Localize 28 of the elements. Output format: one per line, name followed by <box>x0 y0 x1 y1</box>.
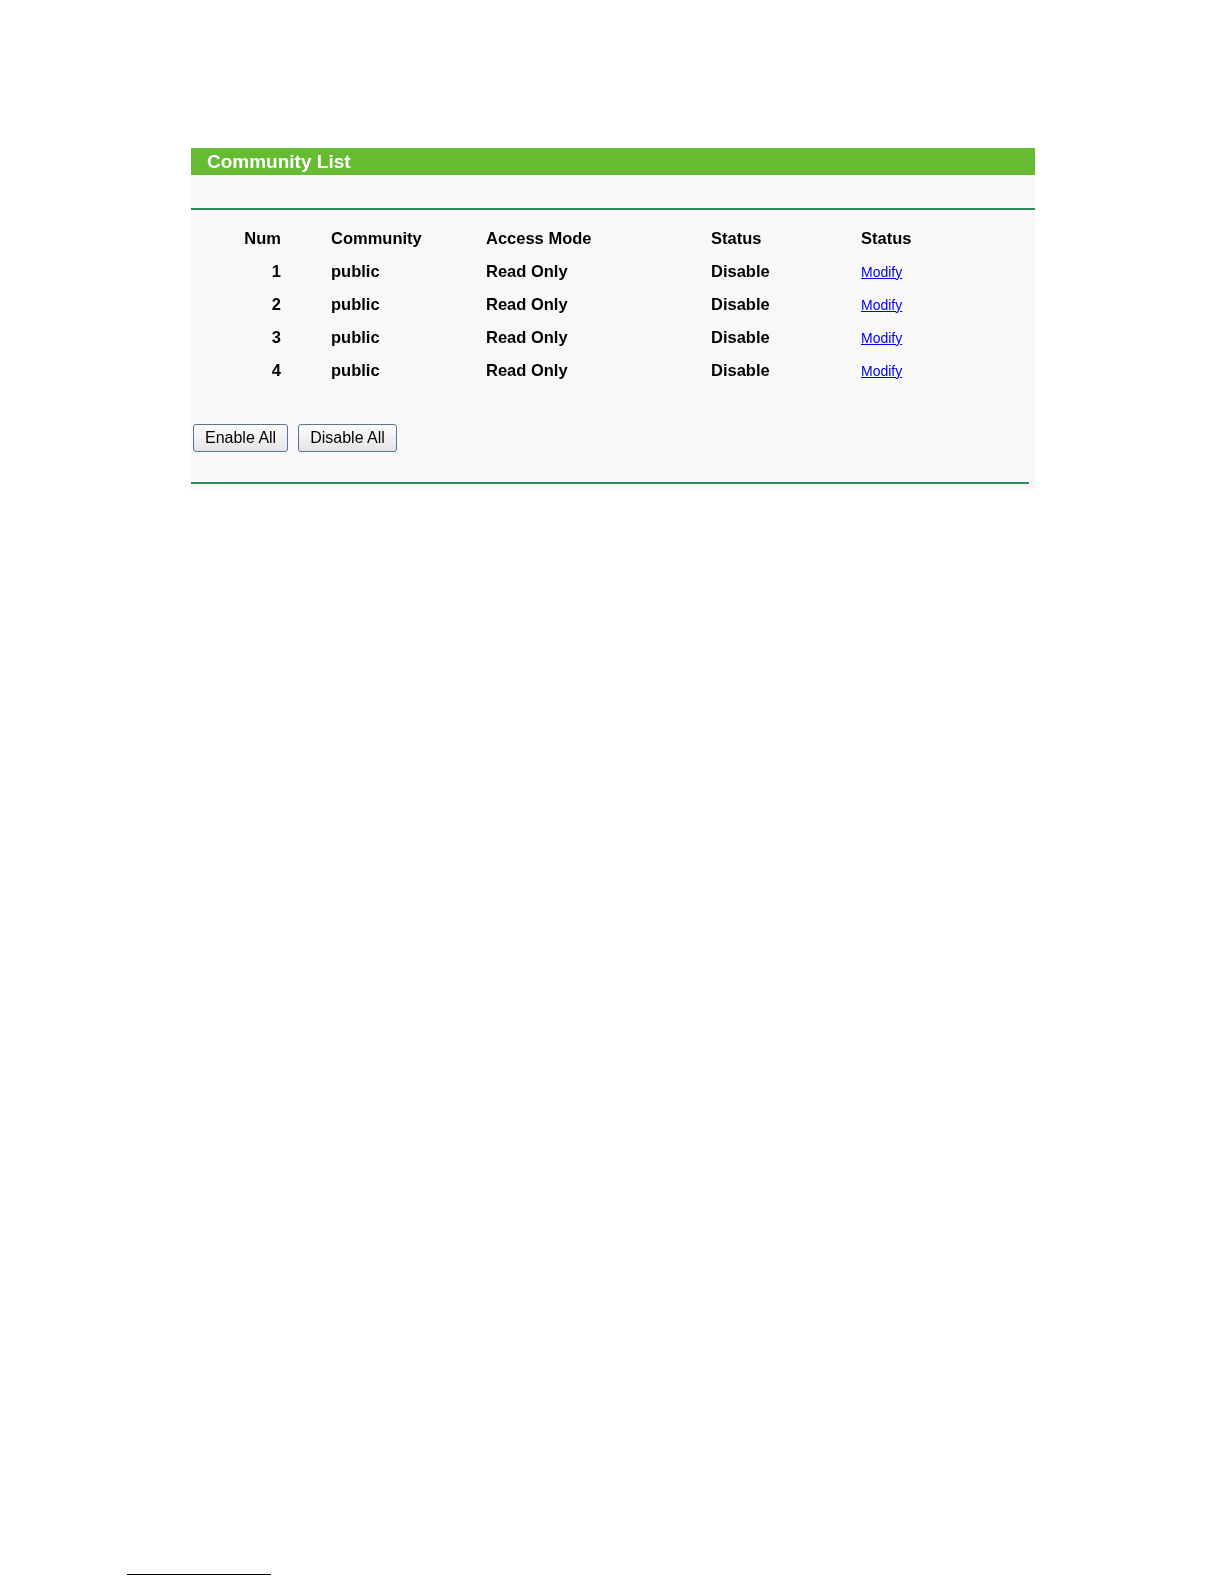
table-cell-text: Read Only <box>486 294 569 315</box>
column-header: Status <box>861 228 913 249</box>
table-cell-text: Disable <box>711 294 771 315</box>
table-cell-text: Disable <box>711 360 771 381</box>
panel-title: Community List <box>191 148 1035 175</box>
table-cell-text: 2 <box>270 294 281 315</box>
modify-link[interactable]: Modify <box>861 362 903 379</box>
table-cell-text: 3 <box>270 327 281 348</box>
table-cell-text: Read Only <box>486 327 569 348</box>
modify-link[interactable]: Modify <box>861 329 903 346</box>
table-cell-text: public <box>331 261 381 282</box>
table-cell-text: Disable <box>711 327 771 348</box>
column-header: Community <box>331 228 423 249</box>
table-cell-text: Disable <box>711 261 771 282</box>
table-cell-text: public <box>331 360 381 381</box>
column-header: Access Mode <box>486 228 593 249</box>
action-button[interactable]: Enable All <box>193 424 289 452</box>
table-cell-text: public <box>331 294 381 315</box>
table-cell-text: Read Only <box>486 261 569 282</box>
column-header: Status <box>711 228 763 249</box>
column-header: Num <box>243 228 281 249</box>
table-cell-text: public <box>331 327 381 348</box>
table-cell-text: Read Only <box>486 360 569 381</box>
table-cell-text: 1 <box>270 261 281 282</box>
modify-link[interactable]: Modify <box>861 296 903 313</box>
modify-link[interactable]: Modify <box>861 263 903 280</box>
table-cell-text: 4 <box>270 360 281 381</box>
action-button[interactable]: Disable All <box>298 424 397 452</box>
